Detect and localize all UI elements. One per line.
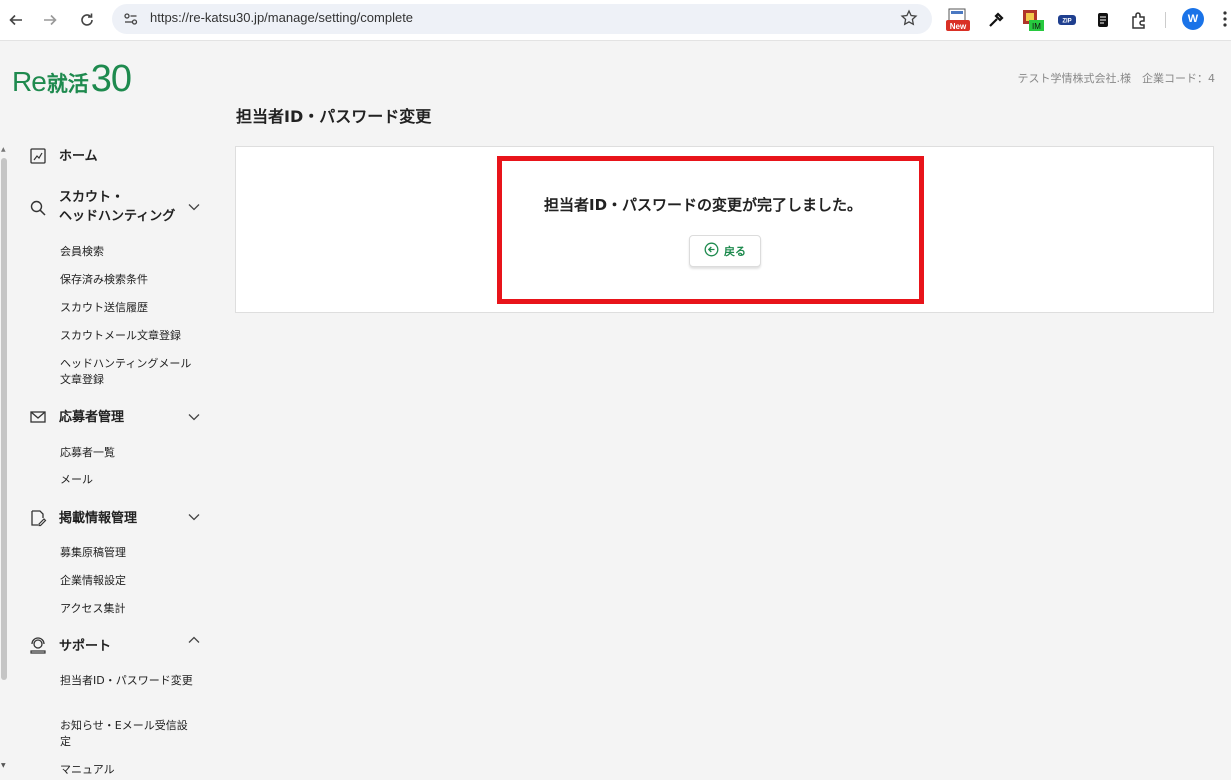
sidebar-scroll-thumb[interactable] <box>1 158 7 680</box>
sidebar-section-label: スカウト・ ヘッドハンティング <box>59 188 175 226</box>
edit-document-icon <box>28 508 48 528</box>
chevron-down-icon[interactable] <box>187 510 201 524</box>
completion-message: 担当者ID・パスワードの変更が完了しました。 <box>544 196 863 214</box>
company-info: テスト学情株式会社.様 企業コード：4 <box>1017 72 1216 85</box>
sidebar-section-support[interactable]: サポート <box>28 636 111 656</box>
sidebar-section-applicants[interactable]: 応募者管理 <box>28 407 124 427</box>
page-title: 担当者ID・パスワード変更 <box>236 107 432 126</box>
scroll-down-icon[interactable]: ▼ <box>1 762 6 769</box>
sidebar-item-home[interactable]: ホーム <box>28 146 98 166</box>
mail-icon <box>28 407 48 427</box>
search-icon <box>28 198 48 218</box>
home-map-icon <box>28 146 48 166</box>
sidebar-item-manual[interactable]: マニュアル <box>60 762 195 778</box>
im-extension-icon[interactable]: IM <box>1020 7 1046 33</box>
back-button-label: 戻る <box>724 245 746 258</box>
sidebar-item-scout-mail-register[interactable]: スカウトメール文章登録 <box>60 328 195 344</box>
browser-menu-icon[interactable] <box>1222 10 1228 32</box>
sidebar-item-headhunting-mail-register[interactable]: ヘッドハンティングメール文章登録 <box>60 356 195 388</box>
chevron-down-icon[interactable] <box>187 410 201 424</box>
profile-avatar[interactable]: W <box>1182 8 1204 30</box>
site-logo[interactable]: Re 就活 30 <box>12 58 132 101</box>
scout-label-line2: ヘッドハンティング <box>59 209 176 224</box>
zip-extension-icon[interactable]: ZIP <box>1054 7 1080 33</box>
toolbar-divider <box>1165 12 1166 28</box>
logo-kanji: 就活 <box>46 72 89 96</box>
sidebar-item-applicant-list[interactable]: 応募者一覧 <box>60 445 195 461</box>
sidebar-item-password-change[interactable]: 担当者ID・パスワード変更 <box>60 673 195 689</box>
scroll-up-icon[interactable]: ▲ <box>1 146 6 153</box>
sidebar-item-mail[interactable]: メール <box>60 472 195 488</box>
sidebar-section-label: 掲載情報管理 <box>59 510 138 526</box>
logo-number: 30 <box>90 58 132 100</box>
highlight-box <box>497 156 924 304</box>
new-badge-text: New <box>950 22 967 31</box>
support-agent-icon <box>28 636 48 656</box>
sidebar-item-notification-settings[interactable]: お知らせ・Eメール受信設定 <box>60 718 195 750</box>
bookmark-star-icon[interactable] <box>900 9 918 31</box>
document-extension-icon[interactable] <box>1090 7 1116 33</box>
sidebar-item-saved-search[interactable]: 保存済み検索条件 <box>60 272 195 288</box>
sidebar-item-recruit-draft[interactable]: 募集原稿管理 <box>60 545 195 561</box>
chevron-down-icon[interactable] <box>187 200 201 214</box>
browser-toolbar: https://re-katsu30.jp/manage/setting/com… <box>0 0 1231 41</box>
sidebar-section-postings[interactable]: 掲載情報管理 <box>28 508 137 528</box>
address-bar[interactable]: https://re-katsu30.jp/manage/setting/com… <box>112 4 932 34</box>
sidebar-item-member-search[interactable]: 会員検索 <box>60 244 195 260</box>
forward-arrow-icon[interactable] <box>38 8 62 32</box>
scout-label-line1: スカウト・ <box>59 190 125 205</box>
zip-badge-text: ZIP <box>1062 19 1071 25</box>
url-text[interactable]: https://re-katsu30.jp/manage/setting/com… <box>150 10 413 25</box>
sidebar-item-scout-history[interactable]: スカウト送信履歴 <box>60 300 195 316</box>
extensions-puzzle-icon[interactable] <box>1126 7 1152 33</box>
back-arrow-icon[interactable] <box>4 8 28 32</box>
back-button[interactable]: 戻る <box>689 235 761 267</box>
site-settings-icon[interactable] <box>123 11 139 31</box>
sidebar-item-label: ホーム <box>59 148 98 164</box>
logo-re: Re <box>12 66 47 97</box>
new-extension-icon[interactable]: New <box>945 7 971 33</box>
chevron-up-icon[interactable] <box>187 633 201 647</box>
im-badge-text: IM <box>1032 22 1041 31</box>
sidebar-section-label: 応募者管理 <box>59 409 125 425</box>
reload-icon[interactable] <box>75 8 99 32</box>
sidebar-item-company-settings[interactable]: 企業情報設定 <box>60 573 195 589</box>
sidebar-item-access-stats[interactable]: アクセス集計 <box>60 601 195 617</box>
back-circle-arrow-icon <box>704 242 719 261</box>
eyedropper-extension-icon[interactable] <box>983 7 1009 33</box>
sidebar-section-scout[interactable]: スカウト・ ヘッドハンティング <box>28 188 175 226</box>
sidebar-section-label: サポート <box>59 638 112 654</box>
